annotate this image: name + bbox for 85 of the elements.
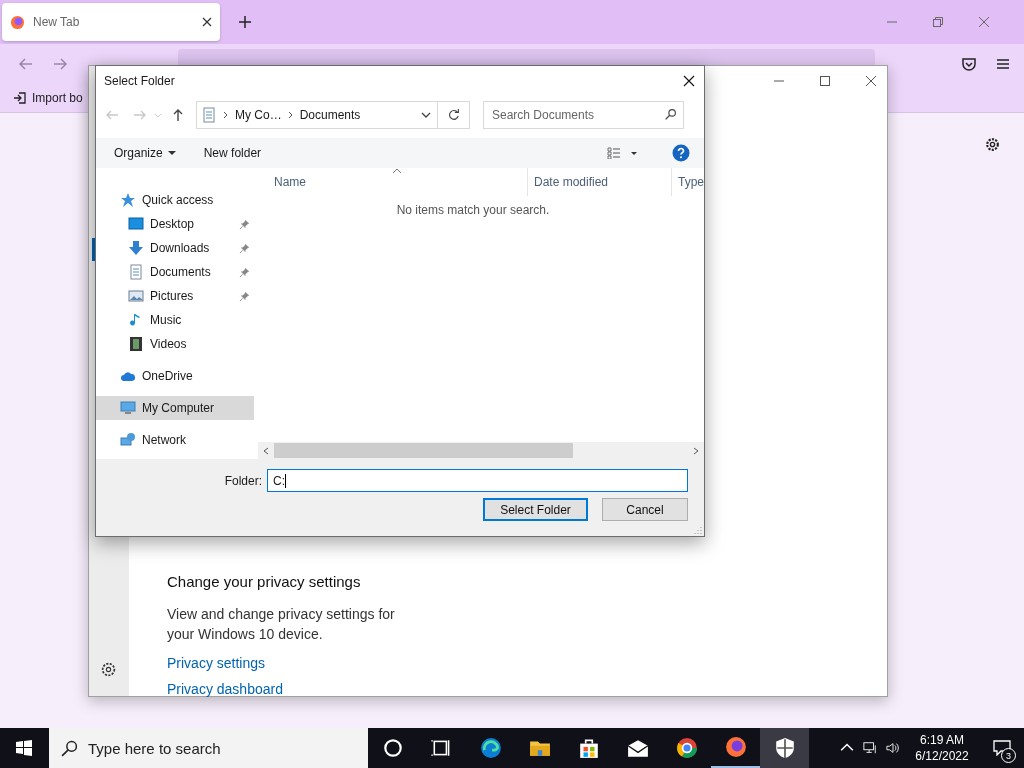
view-options-icon[interactable] <box>606 147 638 159</box>
nav-item[interactable]: My Computer <box>96 396 254 420</box>
settings-link[interactable]: Privacy settings <box>167 655 266 671</box>
column-header[interactable]: Date modified <box>527 168 671 196</box>
film-icon <box>128 336 144 352</box>
nav-item[interactable]: Music <box>96 308 254 332</box>
browser-tab[interactable]: New Tab <box>2 3 220 41</box>
nav-item[interactable]: Videos <box>96 332 254 356</box>
caret-icon <box>167 150 176 156</box>
caret-icon[interactable] <box>421 111 431 119</box>
cortana-icon <box>381 737 404 759</box>
clock[interactable]: 6:19 AM 6/12/2022 <box>910 732 974 764</box>
star-icon <box>120 192 136 208</box>
dialog-title: Select Folder <box>104 74 175 88</box>
scroll-right-icon[interactable] <box>692 446 700 455</box>
close-icon[interactable] <box>865 75 877 87</box>
store-icon <box>577 737 600 759</box>
maximize-icon[interactable] <box>819 75 831 87</box>
taskbar-search-field[interactable]: Type here to search <box>49 728 368 768</box>
import-icon <box>13 91 27 105</box>
column-header[interactable]: Type <box>671 168 704 196</box>
menu-icon[interactable] <box>995 56 1011 72</box>
nav-item[interactable]: Downloads <box>96 236 254 260</box>
windows-logo-icon <box>16 740 32 756</box>
clock-date: 6/12/2022 <box>915 748 969 764</box>
section-description: View and change privacy settings for your Windows 10 device. <box>167 605 396 644</box>
search-field[interactable]: Search Documents <box>483 101 684 129</box>
plus-icon[interactable] <box>238 15 252 29</box>
network-icon[interactable] <box>863 741 877 755</box>
close-icon[interactable] <box>683 75 695 87</box>
browser-icon <box>675 737 698 759</box>
search-icon[interactable] <box>664 108 677 121</box>
shield-icon <box>773 737 796 759</box>
document-icon <box>201 107 217 123</box>
search-icon <box>61 739 78 757</box>
breadcrumb-item[interactable]: Documents <box>299 108 361 122</box>
notification-button[interactable]: 3 <box>980 728 1024 768</box>
address-field[interactable]: My Co… Documents <box>196 101 438 129</box>
settings-icon[interactable] <box>984 136 1001 153</box>
pocket-icon[interactable] <box>961 56 977 72</box>
chevron-icon <box>223 111 229 119</box>
browser-icon <box>724 736 747 758</box>
horizontal-scrollbar[interactable] <box>258 442 704 459</box>
section-heading: Change your privacy settings <box>167 573 362 590</box>
nav-item[interactable]: Quick access <box>96 188 254 212</box>
browser-icon <box>10 14 25 30</box>
scroll-left-icon[interactable] <box>262 446 270 455</box>
empty-message: No items match your search. <box>395 203 551 217</box>
resize-grip-icon[interactable] <box>694 526 702 534</box>
help-icon[interactable] <box>672 144 690 162</box>
dialog-button[interactable]: Cancel <box>602 498 688 521</box>
nav-item[interactable]: Documents <box>96 260 254 284</box>
network-icon <box>120 432 136 448</box>
close-icon[interactable] <box>202 17 212 27</box>
nav-item[interactable]: Pictures <box>96 284 254 308</box>
settings-link[interactable]: Privacy dashboard <box>167 681 283 697</box>
scroll-thumb[interactable] <box>274 443 573 458</box>
folder-label: Folder: <box>224 473 262 488</box>
dialog-button[interactable]: Select Folder <box>483 498 588 521</box>
settings-icon[interactable] <box>100 661 117 678</box>
breadcrumb-item[interactable]: My Co… <box>235 108 282 122</box>
download-arrow-icon <box>128 240 144 256</box>
sort-caret-icon <box>392 168 402 174</box>
new-folder-button[interactable]: New folder <box>195 142 270 164</box>
bookmark-item[interactable]: Import bo <box>13 91 83 105</box>
column-header[interactable]: Name <box>272 168 527 196</box>
clock-time: 6:19 AM <box>920 732 964 748</box>
refresh-button[interactable] <box>438 101 470 129</box>
folder-field[interactable]: C: <box>267 469 688 492</box>
browser-icon <box>479 737 502 759</box>
selection-indicator <box>92 238 95 261</box>
nav-item[interactable]: Desktop <box>96 212 254 236</box>
organize-button[interactable]: Organize <box>106 142 184 164</box>
nav-item[interactable]: Network <box>96 428 254 452</box>
document-icon <box>128 264 144 280</box>
refresh-icon <box>446 108 461 122</box>
restore-icon[interactable] <box>932 16 944 28</box>
desktop-icon <box>128 216 144 232</box>
nav-item[interactable]: OneDrive <box>96 364 254 388</box>
chevron-icon <box>287 111 294 119</box>
taskbar-app[interactable] <box>760 728 809 768</box>
notification-badge: 3 <box>1001 748 1016 763</box>
image-icon <box>128 288 144 304</box>
speaker-icon[interactable] <box>886 741 900 755</box>
monitor-icon <box>120 400 136 416</box>
